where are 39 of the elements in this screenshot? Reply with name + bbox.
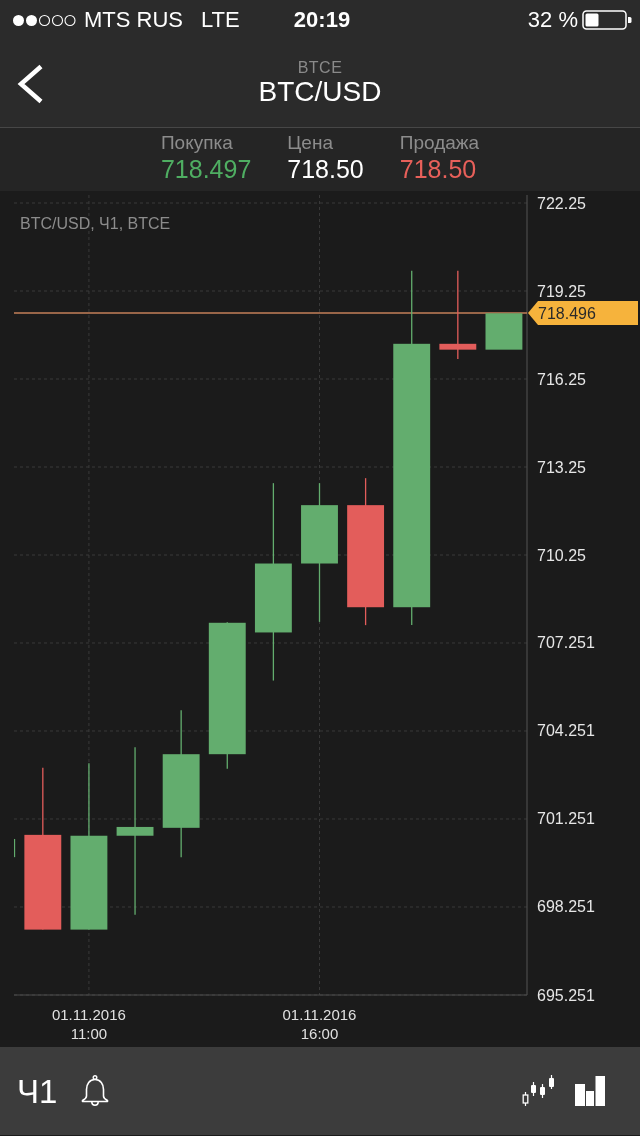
y-axis-label: 707.251: [537, 634, 595, 652]
y-axis-label: 695.251: [537, 986, 595, 1004]
quote-value: 718.497: [160, 154, 252, 184]
quote-label: Покупка: [160, 132, 234, 155]
quote-label: Продажа: [399, 132, 480, 155]
y-axis-label: 701.251: [537, 810, 595, 828]
ref-line-label: 718.496: [538, 304, 596, 322]
current-price-tag: 718.496: [528, 301, 638, 326]
carrier-name: MTS RUS: [84, 9, 183, 31]
y-axis-label: 716.25: [537, 370, 586, 388]
x-axis-label: 01.11.2016 16:00: [282, 1005, 357, 1042]
candlestick-icon: [521, 1075, 555, 1107]
y-axis-label: 722.25: [537, 194, 586, 212]
chevron-left-icon: [16, 63, 44, 104]
bar-chart-icon: [575, 1076, 605, 1106]
x-axis-label: 01.11.2016 11:00: [51, 1005, 126, 1042]
chart-title: BTC/USD, Ч1, BTCE: [20, 214, 171, 232]
timeframe-button[interactable]: Ч1: [17, 1074, 58, 1108]
battery-icon: [582, 10, 632, 30]
signal-strength-icon: [12, 13, 76, 27]
quote-value: 718.50: [399, 154, 478, 184]
bell-icon: [81, 1074, 110, 1108]
y-axis-label: 719.25: [537, 282, 586, 300]
exchange-name: BTCE: [297, 58, 343, 77]
y-axis-label: 713.25: [537, 458, 586, 476]
back-button[interactable]: [16, 63, 44, 104]
candlestick-chart-button[interactable]: [521, 1075, 555, 1107]
candle: [485, 313, 523, 350]
quote-value: 718.50: [287, 154, 364, 184]
battery-percentage: 32 %: [527, 9, 578, 31]
pair-title: BTC/USD: [258, 76, 382, 109]
bar-chart-button[interactable]: [575, 1076, 605, 1106]
y-axis-label: 704.251: [537, 722, 595, 740]
y-axis-label: 710.25: [537, 546, 586, 564]
y-axis-label: 698.251: [537, 898, 595, 916]
alert-button[interactable]: [81, 1074, 110, 1108]
network-type: LTE: [201, 9, 240, 31]
quote-label: Цена: [287, 132, 334, 155]
clock-time: 20:19: [293, 9, 351, 31]
